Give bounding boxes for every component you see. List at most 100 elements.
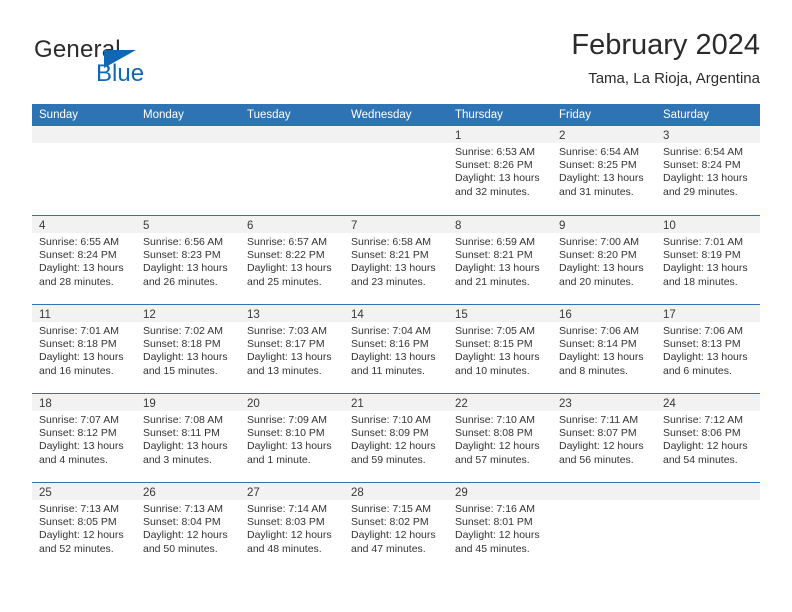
- day-number: 4: [39, 220, 46, 232]
- day-number-band: [552, 483, 656, 500]
- day-detail-line: and 20 minutes.: [559, 275, 634, 288]
- day-cell-14[interactable]: 14 Sunrise: 7:04 AM Sunset: 8:16 PM Dayligh…: [344, 305, 448, 393]
- day-cell-6[interactable]: 6 Sunrise: 6:57 AM Sunset: 8:22 PM Daylight…: [240, 216, 344, 304]
- day-number: 13: [247, 309, 260, 321]
- day-cell-8[interactable]: 8 Sunrise: 6:59 AM Sunset: 8:21 PM Daylight…: [448, 216, 552, 304]
- day-detail-line: and 31 minutes.: [559, 185, 634, 198]
- day-detail-line: and 28 minutes.: [39, 275, 114, 288]
- day-number: 21: [351, 398, 364, 410]
- day-cell-3[interactable]: 3 Sunrise: 6:54 AM Sunset: 8:24 PM Daylight…: [656, 126, 760, 215]
- day-detail-line: Sunrise: 7:06 AM: [663, 325, 743, 337]
- day-details: Sunrise: 7:11 AM Sunset: 8:07 PM Daylight:…: [552, 411, 656, 467]
- day-detail-line: and 52 minutes.: [39, 542, 114, 555]
- day-number-band: 25: [32, 483, 136, 500]
- day-detail-line: and 57 minutes.: [455, 453, 530, 466]
- day-cell-20[interactable]: 20 Sunrise: 7:09 AM Sunset: 8:10 PM Dayligh…: [240, 394, 344, 482]
- day-detail-line: Sunset: 8:13 PM: [663, 338, 741, 351]
- day-details: Sunrise: 7:00 AM Sunset: 8:20 PM Daylight:…: [552, 233, 656, 289]
- day-number-band: 23: [552, 394, 656, 411]
- day-details: [136, 143, 240, 146]
- day-detail-line: and 25 minutes.: [247, 275, 322, 288]
- day-cell-16[interactable]: 16 Sunrise: 7:06 AM Sunset: 8:14 PM Dayligh…: [552, 305, 656, 393]
- calendar-grid: Sunday Monday Tuesday Wednesday Thursday Frid…: [32, 104, 760, 571]
- day-details: Sunrise: 7:13 AM Sunset: 8:05 PM Daylight:…: [32, 500, 136, 556]
- day-number-band: 9: [552, 216, 656, 233]
- day-cell-23[interactable]: 23 Sunrise: 7:11 AM Sunset: 8:07 PM Dayligh…: [552, 394, 656, 482]
- day-cell-1[interactable]: 1 Sunrise: 6:53 AM Sunset: 8:26 PM Daylight…: [448, 126, 552, 215]
- day-details: Sunrise: 6:57 AM Sunset: 8:22 PM Daylight:…: [240, 233, 344, 289]
- day-details: Sunrise: 6:54 AM Sunset: 8:25 PM Daylight:…: [552, 143, 656, 199]
- day-cell-19[interactable]: 19 Sunrise: 7:08 AM Sunset: 8:11 PM Dayligh…: [136, 394, 240, 482]
- day-number: 14: [351, 309, 364, 321]
- day-detail-line: and 1 minute.: [247, 453, 311, 466]
- day-cell-26[interactable]: 26 Sunrise: 7:13 AM Sunset: 8:04 PM Dayligh…: [136, 483, 240, 571]
- day-detail-line: Daylight: 12 hours: [351, 529, 436, 542]
- day-detail-line: and 32 minutes.: [455, 185, 530, 198]
- day-cell-25[interactable]: 25 Sunrise: 7:13 AM Sunset: 8:05 PM Dayligh…: [32, 483, 136, 571]
- day-detail-line: Daylight: 13 hours: [559, 351, 644, 364]
- day-cell-21[interactable]: 21 Sunrise: 7:10 AM Sunset: 8:09 PM Dayligh…: [344, 394, 448, 482]
- weekday-header-row: Sunday Monday Tuesday Wednesday Thursday Frid…: [32, 104, 760, 126]
- day-detail-line: and 54 minutes.: [663, 453, 738, 466]
- day-details: [344, 143, 448, 146]
- day-detail-line: Sunrise: 6:54 AM: [559, 146, 639, 158]
- day-details: Sunrise: 7:12 AM Sunset: 8:06 PM Daylight:…: [656, 411, 760, 467]
- day-cell-10[interactable]: 10 Sunrise: 7:01 AM Sunset: 8:19 PM Dayligh…: [656, 216, 760, 304]
- day-detail-line: Daylight: 13 hours: [351, 262, 436, 275]
- day-number: 17: [663, 309, 676, 321]
- day-detail-line: Sunrise: 7:06 AM: [559, 325, 639, 337]
- page-subtitle: Tama, La Rioja, Argentina: [588, 70, 760, 87]
- day-cell-12[interactable]: 12 Sunrise: 7:02 AM Sunset: 8:18 PM Dayligh…: [136, 305, 240, 393]
- day-details: Sunrise: 7:01 AM Sunset: 8:18 PM Daylight:…: [32, 322, 136, 378]
- day-details: Sunrise: 7:16 AM Sunset: 8:01 PM Daylight:…: [448, 500, 552, 556]
- day-detail-line: Sunset: 8:11 PM: [143, 427, 220, 440]
- day-number: 1: [455, 130, 462, 142]
- day-number-band: 29: [448, 483, 552, 500]
- brand-logo[interactable]: General Blue: [34, 36, 234, 96]
- day-cell-11[interactable]: 11 Sunrise: 7:01 AM Sunset: 8:18 PM Dayligh…: [32, 305, 136, 393]
- day-cell-13[interactable]: 13 Sunrise: 7:03 AM Sunset: 8:17 PM Dayligh…: [240, 305, 344, 393]
- day-details: Sunrise: 7:09 AM Sunset: 8:10 PM Daylight:…: [240, 411, 344, 467]
- day-cell-2[interactable]: 2 Sunrise: 6:54 AM Sunset: 8:25 PM Daylight…: [552, 126, 656, 215]
- day-detail-line: Sunset: 8:03 PM: [247, 516, 325, 529]
- day-details: Sunrise: 7:04 AM Sunset: 8:16 PM Daylight:…: [344, 322, 448, 378]
- day-details: Sunrise: 7:08 AM Sunset: 8:11 PM Daylight:…: [136, 411, 240, 467]
- day-cell-17[interactable]: 17 Sunrise: 7:06 AM Sunset: 8:13 PM Dayligh…: [656, 305, 760, 393]
- day-detail-line: Sunset: 8:07 PM: [559, 427, 637, 440]
- day-cell-empty: [656, 483, 760, 571]
- day-detail-line: Sunrise: 7:07 AM: [39, 414, 119, 426]
- day-details: Sunrise: 7:05 AM Sunset: 8:15 PM Daylight:…: [448, 322, 552, 378]
- day-details: Sunrise: 7:14 AM Sunset: 8:03 PM Daylight:…: [240, 500, 344, 556]
- day-cell-18[interactable]: 18 Sunrise: 7:07 AM Sunset: 8:12 PM Dayligh…: [32, 394, 136, 482]
- day-details: Sunrise: 6:53 AM Sunset: 8:26 PM Daylight:…: [448, 143, 552, 199]
- day-cell-empty: [344, 126, 448, 215]
- day-detail-line: and 11 minutes.: [351, 364, 425, 377]
- day-number: 2: [559, 130, 566, 142]
- day-detail-line: Sunrise: 7:13 AM: [39, 503, 119, 515]
- day-number: 19: [143, 398, 156, 410]
- day-cell-4[interactable]: 4 Sunrise: 6:55 AM Sunset: 8:24 PM Daylight…: [32, 216, 136, 304]
- day-cell-15[interactable]: 15 Sunrise: 7:05 AM Sunset: 8:15 PM Dayligh…: [448, 305, 552, 393]
- day-number: 29: [455, 487, 468, 499]
- day-cell-9[interactable]: 9 Sunrise: 7:00 AM Sunset: 8:20 PM Daylight…: [552, 216, 656, 304]
- day-number-band: 28: [344, 483, 448, 500]
- day-detail-line: Sunrise: 6:54 AM: [663, 146, 743, 158]
- day-detail-line: Daylight: 13 hours: [455, 351, 540, 364]
- day-cell-22[interactable]: 22 Sunrise: 7:10 AM Sunset: 8:08 PM Dayligh…: [448, 394, 552, 482]
- day-cell-28[interactable]: 28 Sunrise: 7:15 AM Sunset: 8:02 PM Dayligh…: [344, 483, 448, 571]
- day-detail-line: Sunset: 8:24 PM: [663, 159, 741, 172]
- day-detail-line: Sunrise: 7:09 AM: [247, 414, 327, 426]
- day-detail-line: Daylight: 13 hours: [247, 262, 332, 275]
- day-cell-7[interactable]: 7 Sunrise: 6:58 AM Sunset: 8:21 PM Daylight…: [344, 216, 448, 304]
- day-detail-line: Sunrise: 7:13 AM: [143, 503, 223, 515]
- day-details: [240, 143, 344, 146]
- day-cell-27[interactable]: 27 Sunrise: 7:14 AM Sunset: 8:03 PM Dayligh…: [240, 483, 344, 571]
- day-number-band: 2: [552, 126, 656, 143]
- day-cell-empty: [136, 126, 240, 215]
- day-detail-line: Sunrise: 7:01 AM: [663, 236, 743, 248]
- day-number: 11: [39, 309, 51, 321]
- day-cell-29[interactable]: 29 Sunrise: 7:16 AM Sunset: 8:01 PM Dayligh…: [448, 483, 552, 571]
- day-number: 3: [663, 130, 670, 142]
- day-cell-24[interactable]: 24 Sunrise: 7:12 AM Sunset: 8:06 PM Dayligh…: [656, 394, 760, 482]
- day-cell-5[interactable]: 5 Sunrise: 6:56 AM Sunset: 8:23 PM Daylight…: [136, 216, 240, 304]
